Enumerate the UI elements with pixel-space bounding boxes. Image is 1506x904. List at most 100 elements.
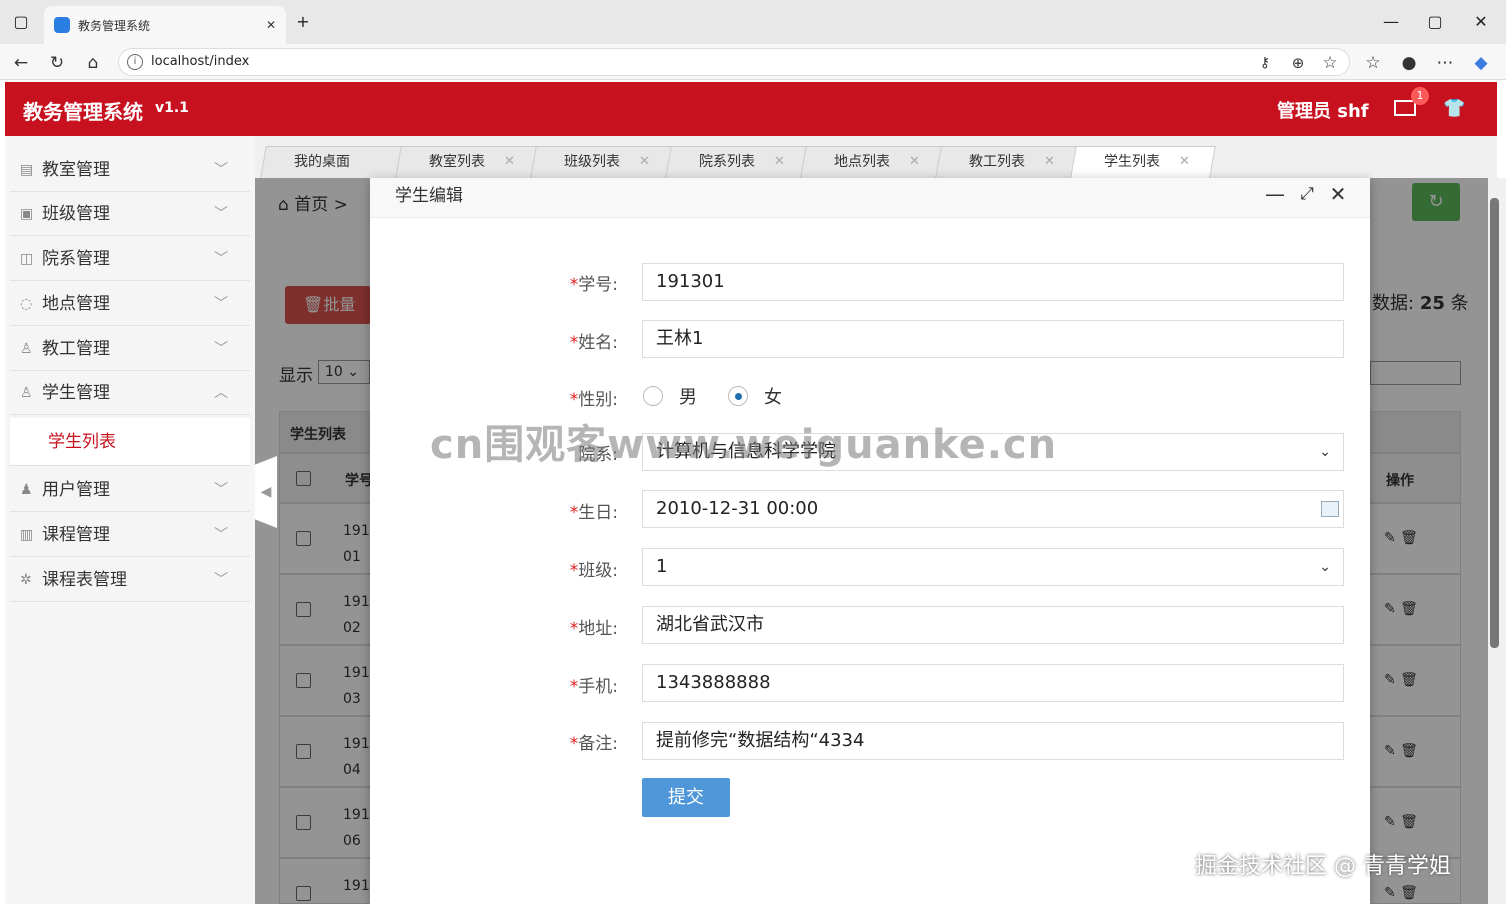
scrollbar-thumb[interactable] [1490, 198, 1499, 648]
tab-department-list[interactable]: 院系列表 ✕ [665, 146, 811, 178]
address-input[interactable]: 湖北省武汉市 [642, 606, 1344, 644]
gender-male-label[interactable]: 男 [679, 383, 697, 409]
name-value: 王林1 [656, 328, 704, 349]
modal-title: 学生编辑 [395, 186, 463, 206]
home-icon[interactable]: ⌂ [80, 50, 106, 76]
chevron-down-icon: ﹀ [214, 251, 228, 267]
tab-label: 地点列表 [834, 154, 890, 170]
key-icon[interactable]: ⚷ [1252, 50, 1278, 76]
label-text: 学号: [578, 275, 618, 295]
favorite-star-icon[interactable]: ☆ [1317, 50, 1343, 76]
address-bar: ← ↻ ⌂ i localhost/index ⚷ ⊕ ☆ ☆ ● ⋯ ◆ [0, 44, 1506, 80]
gender-female-label[interactable]: 女 [764, 383, 782, 409]
favorites-icon[interactable]: ☆ [1360, 50, 1386, 76]
class-value: 1 [656, 556, 668, 577]
remark-label: *备注: [569, 734, 618, 754]
tab-label: 教室列表 [429, 154, 485, 170]
sidebar-item-label: 地点管理 [42, 294, 110, 314]
chevron-up-icon: ︿ [214, 385, 228, 401]
copilot-icon[interactable]: ◆ [1468, 50, 1494, 76]
mail-badge: 1 [1411, 87, 1429, 105]
birthday-input[interactable]: 2010-12-31 00:00 [642, 490, 1344, 528]
birthday-label: *生日: [569, 503, 618, 523]
tab-desktop[interactable]: 我的桌面 [260, 146, 406, 178]
new-tab-icon[interactable]: + [288, 8, 318, 36]
site-info-icon[interactable]: i [127, 54, 143, 70]
close-tab-icon[interactable]: ✕ [504, 147, 515, 177]
close-tab-icon[interactable]: ✕ [1044, 147, 1055, 177]
close-modal-icon[interactable]: ✕ [1326, 182, 1350, 206]
reload-icon[interactable]: ↻ [44, 50, 70, 76]
app-version: v1.1 [155, 100, 189, 116]
close-tab-icon[interactable]: ✕ [909, 147, 920, 177]
tab-actions-icon[interactable]: ▢ [6, 8, 36, 36]
sidebar-item-schedule[interactable]: ✲ 课程表管理 ﹀ [10, 558, 250, 602]
url-text: localhost/index [151, 54, 250, 69]
tab-staff-list[interactable]: 教工列表 ✕ [935, 146, 1081, 178]
name-input[interactable]: 王林1 [642, 320, 1344, 358]
sidebar-item-course[interactable]: ▥ 课程管理 ﹀ [10, 513, 250, 557]
student-id-label: *学号: [569, 275, 618, 295]
sidebar-item-label: 学生管理 [42, 383, 110, 403]
class-select[interactable]: 1 ⌄ [642, 548, 1344, 586]
close-tab-icon[interactable]: ✕ [1179, 147, 1190, 177]
admin-user-label[interactable]: 管理员 shf [1277, 97, 1369, 123]
tab-label: 院系列表 [699, 154, 755, 170]
close-window-icon[interactable]: ✕ [1466, 8, 1496, 36]
tab-label: 学生列表 [1104, 154, 1160, 170]
tab-location-list[interactable]: 地点列表 ✕ [800, 146, 946, 178]
tab-classroom-list[interactable]: 教室列表 ✕ [395, 146, 541, 178]
browser-tab[interactable]: 教务管理系统 ✕ [44, 6, 286, 44]
sidebar-collapse-handle[interactable]: ◀ [255, 456, 277, 528]
browser-tab-title: 教务管理系统 [78, 18, 151, 33]
minimize-window-icon[interactable]: — [1376, 8, 1406, 36]
sidebar-item-user[interactable]: ♟ 用户管理 ﹀ [10, 468, 250, 512]
maximize-window-icon[interactable]: ▢ [1420, 8, 1450, 36]
close-tab-icon[interactable]: ✕ [774, 147, 785, 177]
close-tab-icon[interactable]: ✕ [639, 147, 650, 177]
url-input[interactable]: i localhost/index [118, 48, 1350, 76]
chevron-down-icon: ⌄ [1319, 444, 1331, 460]
sidebar-item-location[interactable]: ◌ 地点管理 ﹀ [10, 282, 250, 326]
sidebar-subitem-student-list[interactable]: 学生列表 [10, 418, 250, 466]
student-id-input[interactable]: 191301 [642, 263, 1344, 301]
minimize-modal-icon[interactable]: — [1263, 182, 1287, 206]
sidebar-item-label: 用户管理 [42, 480, 110, 500]
skin-icon[interactable]: 👕 [1443, 98, 1465, 119]
maximize-modal-icon[interactable]: ⤢ [1295, 182, 1319, 206]
modal-header: 学生编辑 — ⤢ ✕ [370, 178, 1370, 218]
address-value: 湖北省武汉市 [656, 614, 764, 635]
browser-tab-strip: ▢ 教务管理系统 ✕ + — ▢ ✕ [0, 0, 1506, 44]
sidebar-item-label: 班级管理 [42, 204, 110, 224]
chevron-down-icon: ﹀ [214, 296, 228, 312]
chevron-down-icon: ⌄ [1319, 559, 1331, 575]
birthday-value: 2010-12-31 00:00 [656, 498, 819, 519]
sidebar-item-class[interactable]: ▣ 班级管理 ﹀ [10, 192, 250, 236]
sidebar-item-department[interactable]: ◫ 院系管理 ﹀ [10, 237, 250, 281]
profile-avatar-icon[interactable]: ● [1396, 50, 1422, 76]
sidebar-item-student[interactable]: ♙ 学生管理 ︿ [10, 371, 250, 415]
tab-student-list[interactable]: 学生列表 ✕ [1070, 146, 1216, 178]
back-icon[interactable]: ← [8, 50, 34, 76]
tab-class-list[interactable]: 班级列表 ✕ [530, 146, 676, 178]
submit-button[interactable]: 提交 [642, 778, 730, 817]
student-edit-modal: 学生编辑 — ⤢ ✕ *学号: 191301 *姓名: 王林1 *性别: 男 女… [370, 178, 1370, 904]
gender-male-radio[interactable] [643, 386, 663, 406]
label-text: 手机: [578, 677, 618, 697]
chevron-down-icon: ﹀ [214, 206, 228, 222]
close-tab-icon[interactable]: ✕ [266, 18, 276, 32]
sidebar-item-classroom[interactable]: ▤ 教室管理 ﹀ [10, 148, 250, 192]
truck-icon: ▥ [20, 527, 34, 543]
more-menu-icon[interactable]: ⋯ [1432, 50, 1458, 76]
label-text: 备注: [578, 734, 618, 754]
sidebar-item-label: 课程管理 [42, 525, 110, 545]
sidebar-item-staff[interactable]: ♙ 教工管理 ﹀ [10, 327, 250, 371]
user-icon: ♙ [20, 385, 33, 401]
zoom-icon[interactable]: ⊕ [1285, 50, 1311, 76]
calendar-icon[interactable] [1321, 501, 1339, 517]
phone-input[interactable]: 1343888888 [642, 664, 1344, 702]
gender-female-radio[interactable] [728, 386, 748, 406]
label-text: 班级: [578, 561, 618, 581]
remark-input[interactable]: 提前修完“数据结构“4334 [642, 722, 1344, 760]
tab-label: 教工列表 [969, 154, 1025, 170]
